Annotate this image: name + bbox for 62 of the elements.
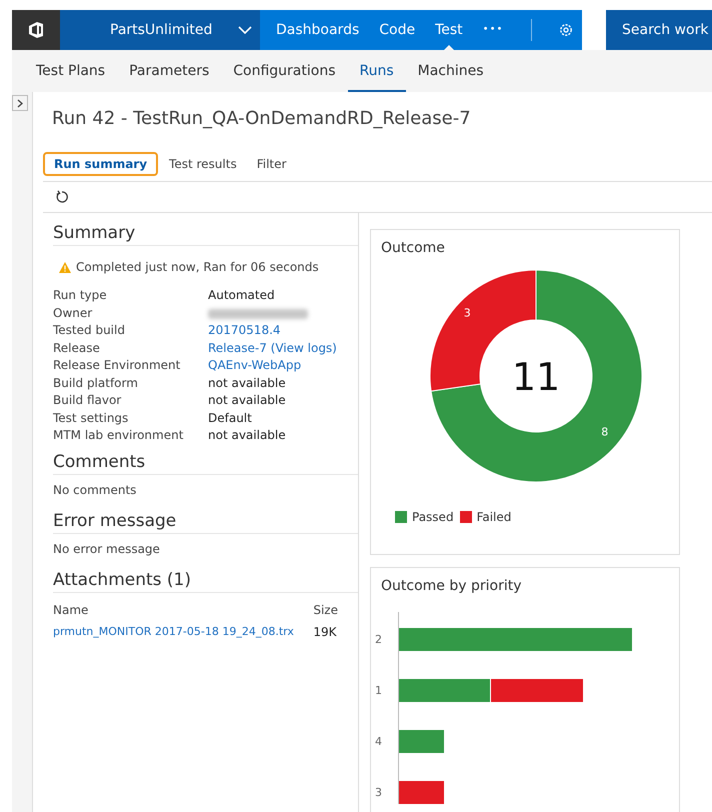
field-value: not available xyxy=(208,428,287,442)
more-button[interactable]: ••• xyxy=(472,10,514,50)
field-label: Build flavor xyxy=(53,393,122,407)
field-value: not available xyxy=(208,376,287,390)
field-value: Default xyxy=(208,410,253,424)
tab[interactable]: Run summary xyxy=(43,152,158,176)
field-link[interactable]: Release-7 (View logs) xyxy=(208,340,358,354)
logo-icon xyxy=(26,20,46,40)
run-title: Run 42 - TestRun_QA-OnDemandRD_Release-7 xyxy=(51,107,472,131)
slice-label: 8 xyxy=(601,426,608,439)
logo-block[interactable] xyxy=(12,10,60,50)
section-heading: Comments xyxy=(53,442,358,475)
field-value: not available xyxy=(208,393,287,407)
total-count: 11 xyxy=(512,355,560,399)
empty-message: No error message xyxy=(53,541,161,558)
field-label: MTM lab environment xyxy=(53,428,184,442)
nav-tab[interactable]: Configurations xyxy=(221,50,348,92)
legend-label: Failed xyxy=(476,510,512,524)
nav-tab[interactable]: Test Plans xyxy=(24,50,118,92)
file-size: 19K xyxy=(313,625,338,639)
refresh-icon[interactable] xyxy=(55,190,69,204)
category-label: 4 xyxy=(375,735,382,748)
field-label: Build platform xyxy=(53,376,139,390)
chart-title: Outcome by priority xyxy=(381,578,522,594)
tab[interactable]: Test results xyxy=(160,154,246,174)
field-label: Release Environment xyxy=(53,358,182,372)
nav-tab[interactable]: Machines xyxy=(406,50,496,92)
search-field[interactable]: Search work xyxy=(606,10,712,50)
tab[interactable]: Filter xyxy=(248,154,296,174)
category-label: 3 xyxy=(375,786,382,799)
chevron-down-icon xyxy=(238,26,252,34)
nav-tab[interactable]: Test xyxy=(425,10,473,50)
field-label: Test settings xyxy=(53,410,130,424)
category-label: 2 xyxy=(375,633,382,646)
slice-label: 3 xyxy=(464,306,471,320)
field-link[interactable]: 20170518.4 xyxy=(208,323,358,337)
category-label: 1 xyxy=(375,684,382,697)
field-label: Tested build xyxy=(53,323,126,337)
field-label: Owner xyxy=(53,306,94,320)
warning-icon xyxy=(59,262,71,272)
settings-icon[interactable] xyxy=(558,22,574,38)
attachment-link[interactable]: prmutn_MONITOR 2017-05-18 19_24_08.trx xyxy=(53,625,314,639)
field-link[interactable]: QAEnv-WebApp xyxy=(208,358,358,372)
field-label: Run type xyxy=(53,288,108,302)
nav-tab[interactable]: Parameters xyxy=(117,50,222,92)
status-text: Completed just now, Ran for 06 seconds xyxy=(76,260,319,274)
section-heading: Summary xyxy=(53,213,358,246)
field-label: Release xyxy=(53,340,101,354)
column-header: Name xyxy=(53,603,90,617)
nav-tab[interactable]: Runs xyxy=(348,50,406,92)
nav-tab[interactable]: Code xyxy=(369,10,426,50)
expand-button[interactable] xyxy=(12,95,28,111)
column-header: Size xyxy=(313,603,338,617)
legend-label: Passed xyxy=(412,510,454,524)
chart-title: Outcome xyxy=(381,240,446,256)
section-heading: Attachments (1) xyxy=(53,560,358,593)
project-selector[interactable]: PartsUnlimited xyxy=(60,10,260,50)
section-heading: Error message xyxy=(53,501,358,534)
chevron-right-icon xyxy=(17,98,23,108)
nav-tab[interactable]: Dashboards xyxy=(266,10,370,50)
field-value: Automated xyxy=(208,288,276,302)
empty-message: No comments xyxy=(53,482,138,499)
